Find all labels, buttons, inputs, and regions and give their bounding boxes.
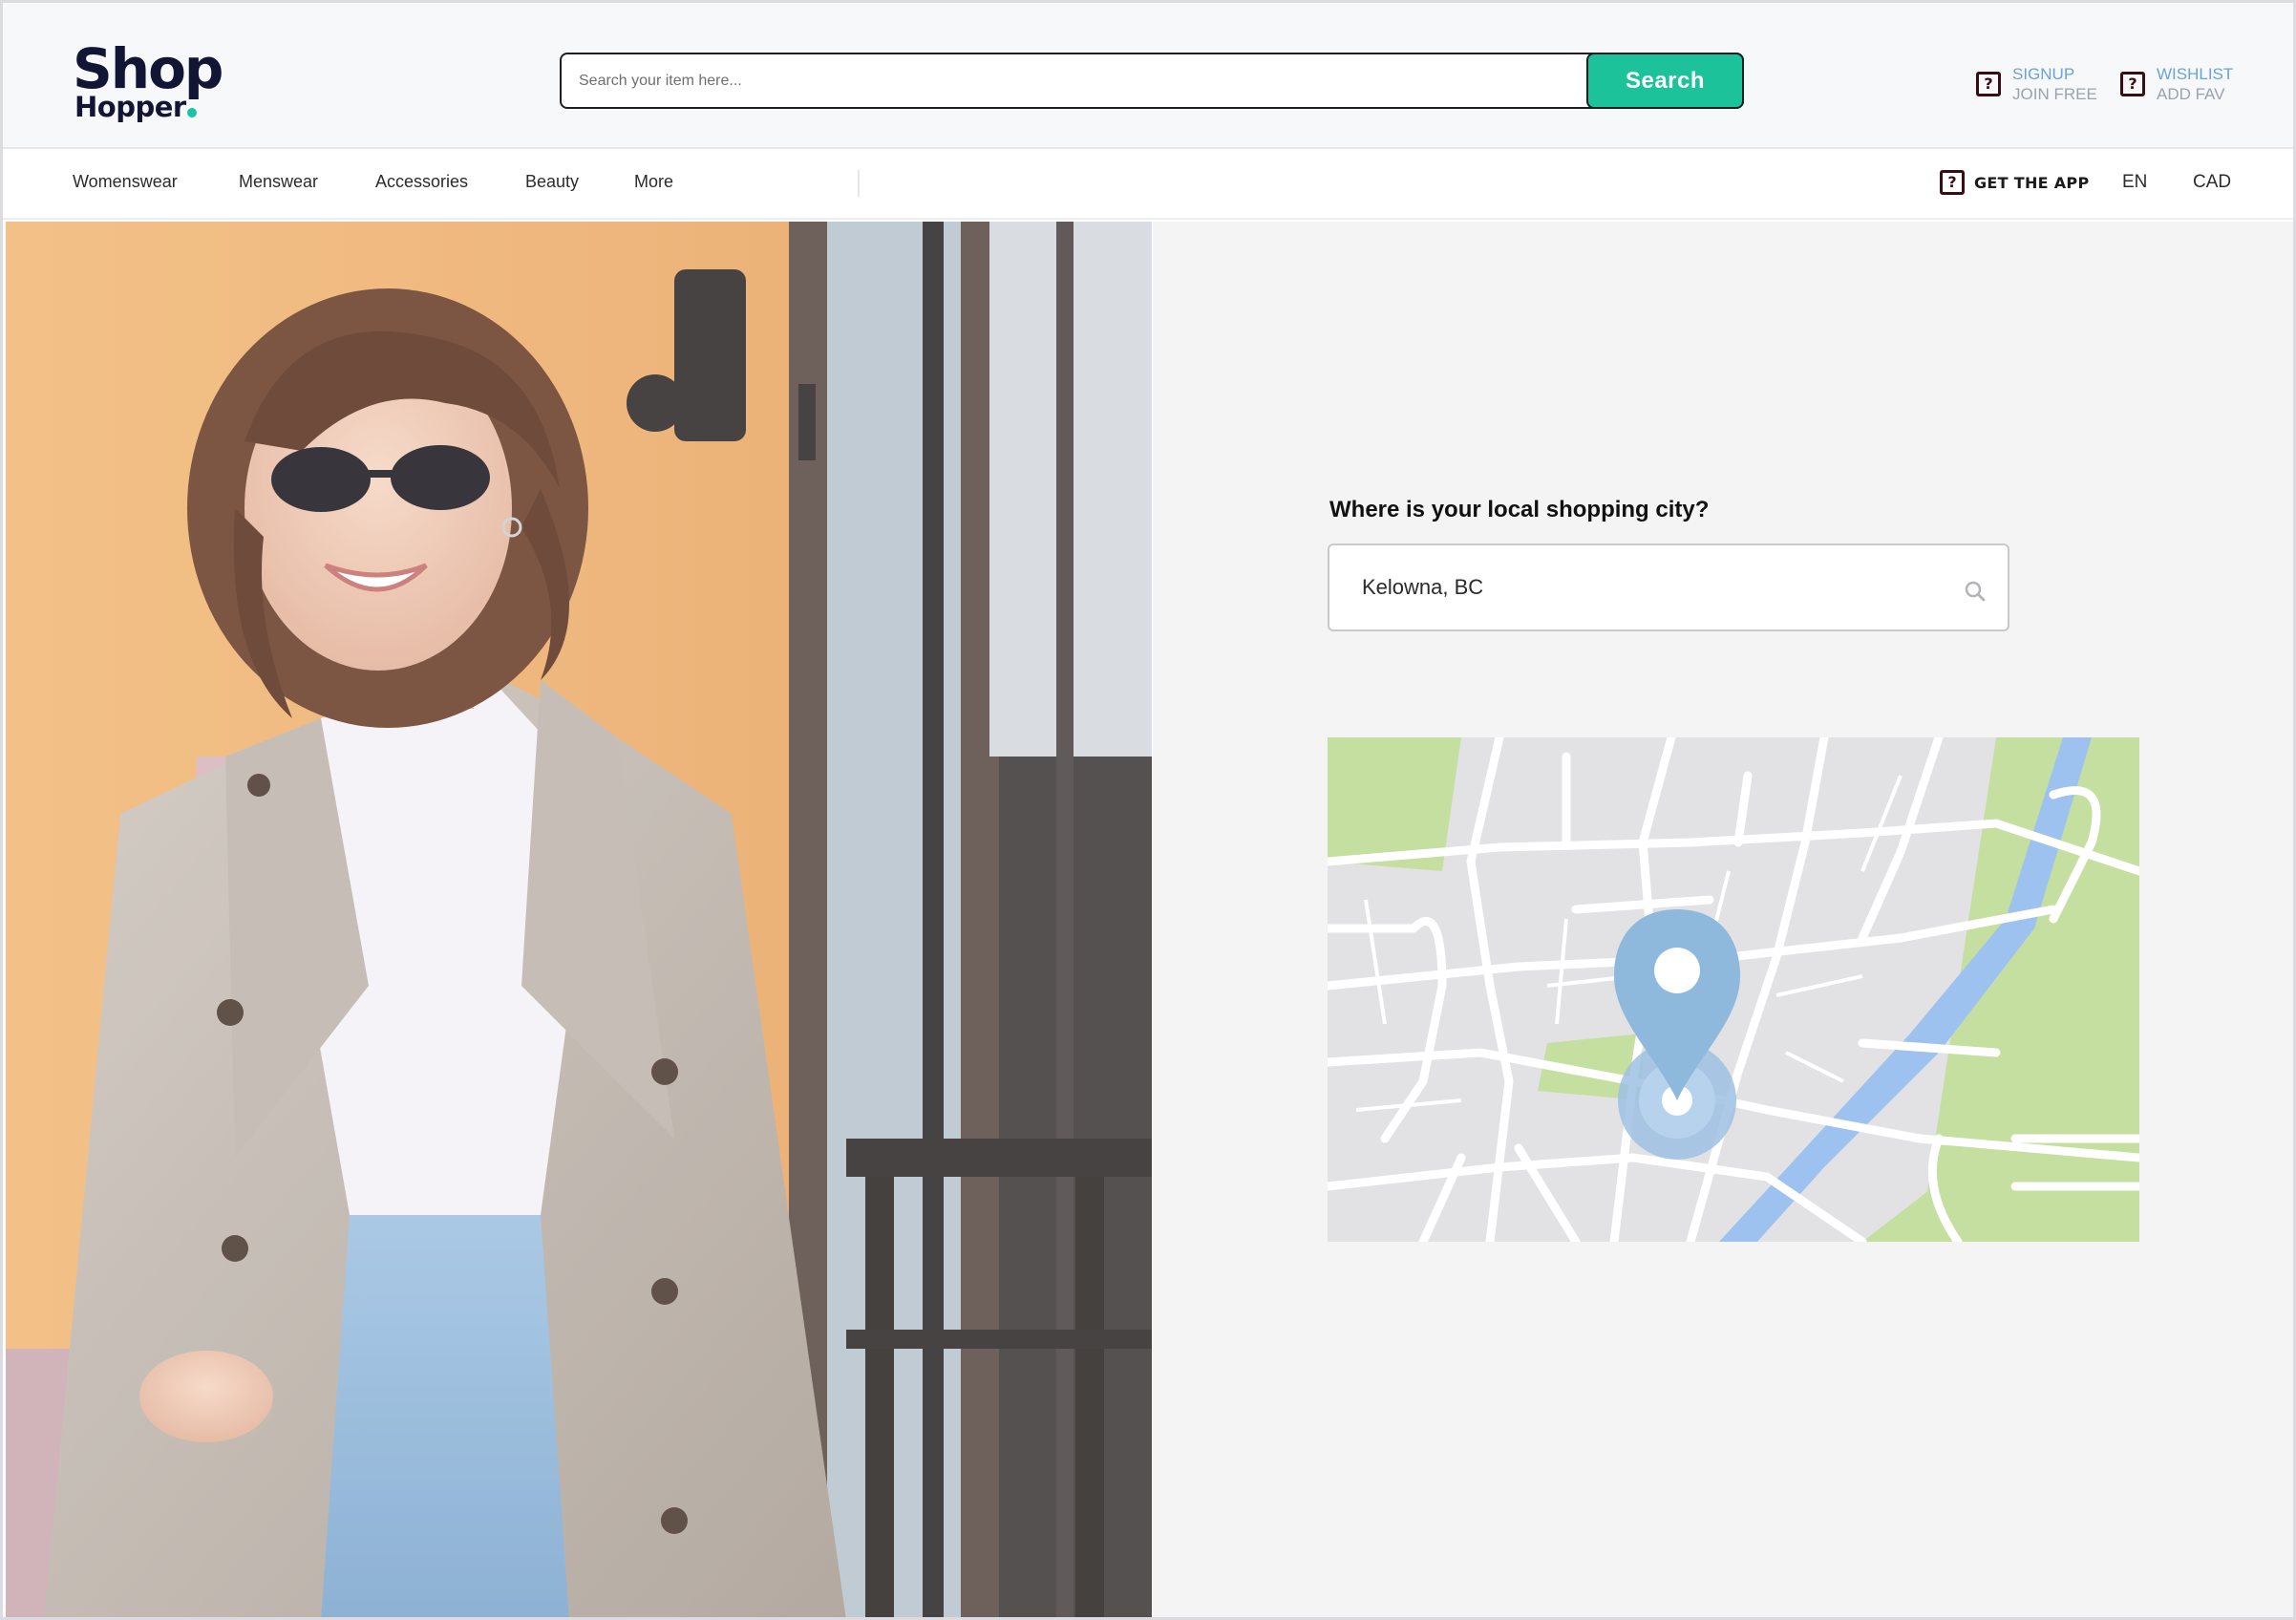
map-illustration (1328, 737, 2139, 1242)
get-the-app-label: GET THE APP (1974, 173, 2090, 192)
get-the-app-link[interactable]: ? GET THE APP (1940, 170, 2090, 195)
wishlist-link[interactable]: ? WISHLIST ADD FAV (2120, 64, 2233, 104)
search-button[interactable]: Search (1586, 53, 1744, 109)
nav-item-womenswear[interactable]: Womenswear (73, 172, 178, 192)
search-bar: Search (560, 53, 1744, 109)
nav-item-menswear[interactable]: Menswear (239, 172, 318, 192)
nav-item-beauty[interactable]: Beauty (525, 172, 579, 192)
nav-divider (858, 170, 860, 197)
add-fav-label: ADD FAV (2157, 85, 2225, 103)
search-input[interactable] (562, 54, 1588, 107)
hero-photo-woman-trench-coat (6, 222, 1152, 1617)
logo-dot (187, 108, 197, 117)
shophopper-logo[interactable]: Shop Hopper (73, 39, 235, 125)
logo-wordmark-hopper: Hopper (74, 91, 186, 123)
search-icon[interactable] (1964, 580, 1987, 603)
question-box-icon: ? (1940, 170, 1965, 195)
city-search-box (1328, 544, 2009, 631)
logo-wordmark-shop: Shop (73, 36, 223, 101)
nav-item-more[interactable]: More (634, 172, 673, 192)
location-question: Where is your local shopping city? (1329, 497, 1710, 522)
question-box-icon: ? (2120, 72, 2145, 96)
location-panel: Where is your local shopping city? (1153, 222, 2293, 1617)
top-header: Shop Hopper Search ? SIGNUP JOIN FREE ? … (3, 3, 2293, 149)
nav-item-accessories[interactable]: Accessories (375, 172, 468, 192)
city-input[interactable] (1329, 545, 1941, 629)
wishlist-label: WISHLIST (2157, 65, 2234, 83)
question-box-icon: ? (1976, 72, 2001, 96)
city-map[interactable] (1328, 737, 2139, 1242)
signup-link[interactable]: ? SIGNUP JOIN FREE (1976, 64, 2097, 104)
language-selector[interactable]: EN (2122, 172, 2147, 193)
currency-selector[interactable]: CAD (2193, 172, 2231, 193)
category-nav: Womenswear Menswear Accessories Beauty M… (3, 151, 2293, 220)
browser-frame: Shop Hopper Search ? SIGNUP JOIN FREE ? … (0, 0, 2296, 1620)
join-free-label: JOIN FREE (2012, 85, 2097, 103)
signup-label: SIGNUP (2012, 65, 2075, 83)
hero-image (6, 222, 1152, 1617)
